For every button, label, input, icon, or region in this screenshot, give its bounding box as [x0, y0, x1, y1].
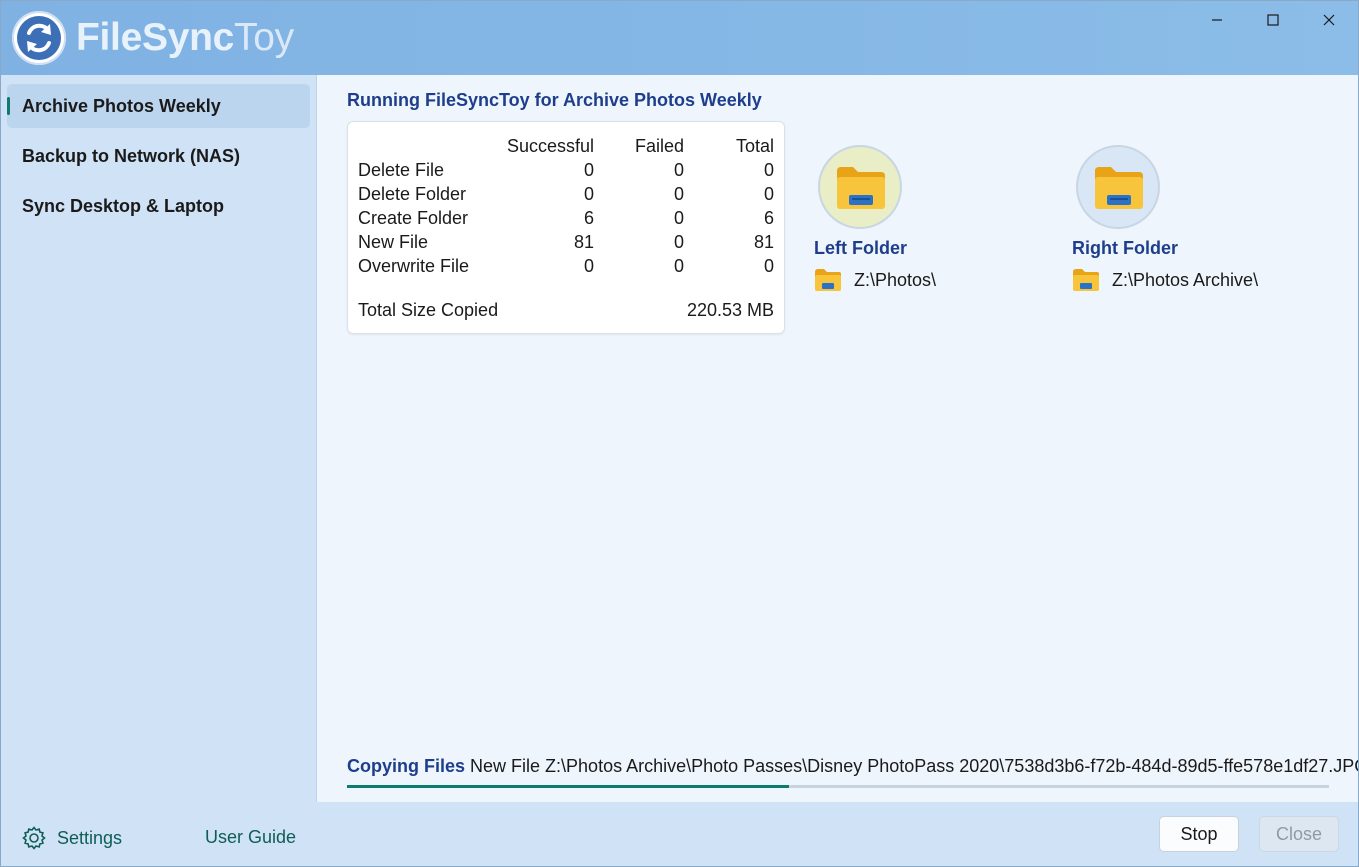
- left-folder-path-text: Z:\Photos\: [854, 269, 937, 290]
- failed-value: 0: [673, 232, 684, 252]
- main-panel: Running FileSyncToy for Archive Photos W…: [316, 75, 1359, 802]
- settings-link[interactable]: Settings: [21, 823, 122, 853]
- minimize-button[interactable]: [1189, 1, 1245, 39]
- app-title: FileSyncToy: [76, 16, 294, 59]
- successful-value: 0: [583, 184, 594, 204]
- sidebar-item-sync-desktop-laptop[interactable]: Sync Desktop & Laptop: [7, 184, 310, 228]
- left-folder-path: Z:\Photos\: [814, 267, 936, 293]
- maximize-icon: [1267, 14, 1279, 26]
- title-bar[interactable]: FileSyncToy: [1, 1, 1358, 75]
- total-value: 81: [753, 232, 774, 252]
- stats-row: Delete Folder 0 0 0: [358, 182, 774, 206]
- active-indicator: [7, 97, 10, 115]
- folder-icon: [815, 269, 841, 291]
- right-folder-badge: [1076, 145, 1160, 229]
- stats-row: Delete File 0 0 0: [358, 158, 774, 182]
- close-button[interactable]: Close: [1259, 816, 1339, 852]
- page-title: Running FileSyncToy for Archive Photos W…: [347, 90, 762, 110]
- copy-status-heading: Copying Files: [347, 756, 466, 776]
- failed-value: 0: [673, 208, 684, 228]
- maximize-button[interactable]: [1245, 1, 1301, 39]
- stats-card: Successful Failed Total Delete File 0 0 …: [347, 121, 785, 334]
- successful-value: 0: [583, 160, 594, 180]
- progress-fill: [347, 785, 789, 788]
- close-icon: [1323, 14, 1335, 26]
- folder-icon: [1073, 269, 1099, 291]
- left-folder-badge: [818, 145, 902, 229]
- successful-value: 81: [573, 232, 594, 252]
- header-failed: Failed: [634, 136, 684, 156]
- total-value: 0: [763, 160, 774, 180]
- sidebar-item-label: Archive Photos Weekly: [22, 96, 221, 116]
- header-successful: Successful: [506, 136, 594, 156]
- failed-value: 0: [673, 160, 684, 180]
- folder-icon: [837, 167, 885, 209]
- copy-status: Copying Files New File Z:\Photos Archive…: [347, 756, 1359, 777]
- total-value: 0: [763, 184, 774, 204]
- progress-bar: [347, 785, 1329, 788]
- sidebar-item-label: Backup to Network (NAS): [22, 146, 241, 166]
- sidebar-item-label: Sync Desktop & Laptop: [22, 196, 225, 216]
- sidebar-item-backup-to-network[interactable]: Backup to Network (NAS): [7, 134, 310, 178]
- stats-row: Create Folder 6 0 6: [358, 206, 774, 230]
- settings-label: Settings: [57, 827, 123, 848]
- failed-value: 0: [673, 184, 684, 204]
- successful-value: 6: [583, 208, 594, 228]
- minimize-icon: [1212, 19, 1222, 21]
- stats-header-row: Successful Failed Total: [358, 134, 774, 158]
- sidebar-item-archive-photos-weekly[interactable]: Archive Photos Weekly: [7, 84, 310, 128]
- failed-value: 0: [673, 256, 684, 276]
- left-folder-label: Left Folder: [814, 238, 907, 258]
- window-close-button[interactable]: [1301, 1, 1357, 39]
- right-folder-path-text: Z:\Photos Archive\: [1112, 269, 1259, 290]
- copy-status-detail: New File Z:\Photos Archive\Photo Passes\…: [470, 756, 1359, 776]
- successful-value: 0: [583, 256, 594, 276]
- right-folder[interactable]: Right Folder Z:\Photos Archive\: [1072, 145, 1332, 295]
- total-value: 6: [763, 208, 774, 228]
- right-folder-path: Z:\Photos Archive\: [1072, 267, 1258, 293]
- folder-icon: [1095, 167, 1143, 209]
- header-total: Total: [735, 136, 774, 156]
- stop-button[interactable]: Stop: [1159, 816, 1239, 852]
- stats-row: New File 81 0 81: [358, 230, 774, 254]
- sidebar: Archive Photos Weekly Backup to Network …: [1, 75, 315, 866]
- stats-row: Overwrite File 0 0 0: [358, 254, 774, 278]
- total-value: 0: [763, 256, 774, 276]
- right-folder-label: Right Folder: [1072, 238, 1178, 258]
- app-logo-icon: [12, 11, 66, 65]
- total-size-row: Total Size Copied 220.53 MB: [358, 298, 774, 322]
- app-window: FileSyncToy Archive Photos Weekly Backup…: [0, 0, 1359, 867]
- total-size-label: Total Size Copied: [358, 300, 499, 320]
- total-size-value: 220.53 MB: [686, 300, 774, 320]
- left-folder[interactable]: Left Folder Z:\Photos\: [814, 145, 1074, 295]
- user-guide-link[interactable]: User Guide: [205, 827, 296, 848]
- gear-icon: [22, 826, 46, 850]
